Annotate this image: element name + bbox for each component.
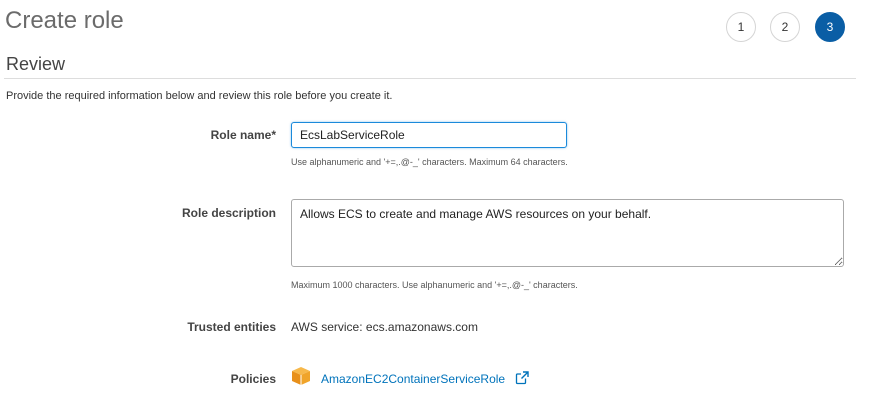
aws-policy-cube-icon: [292, 367, 310, 385]
policy-link-amazonec2containerservicerole[interactable]: AmazonEC2ContainerServiceRole: [321, 372, 505, 386]
role-description-label: Role description: [181, 206, 276, 220]
section-divider: [4, 78, 856, 79]
role-name-hint: Use alphanumeric and '+=,.@-_' character…: [291, 157, 568, 167]
external-link-icon[interactable]: [515, 371, 529, 385]
policies-label: Policies: [230, 372, 276, 386]
step-1-indicator[interactable]: 1: [726, 12, 756, 42]
trusted-entities-value: AWS service: ecs.amazonaws.com: [291, 320, 478, 334]
review-intro-text: Provide the required information below a…: [6, 90, 393, 102]
trusted-entities-label: Trusted entities: [187, 320, 276, 334]
role-name-input[interactable]: [291, 122, 567, 148]
role-description-textarea[interactable]: Allows ECS to create and manage AWS reso…: [291, 199, 844, 267]
page-title: Create role: [5, 7, 124, 34]
create-role-page: Create role 1 2 3 Review Provide the req…: [0, 0, 887, 400]
step-3-indicator-active: 3: [815, 12, 845, 42]
role-name-label: Role name*: [210, 128, 276, 142]
step-2-indicator[interactable]: 2: [770, 12, 800, 42]
review-heading: Review: [6, 54, 66, 74]
role-description-hint: Maximum 1000 characters. Use alphanumeri…: [291, 280, 578, 290]
